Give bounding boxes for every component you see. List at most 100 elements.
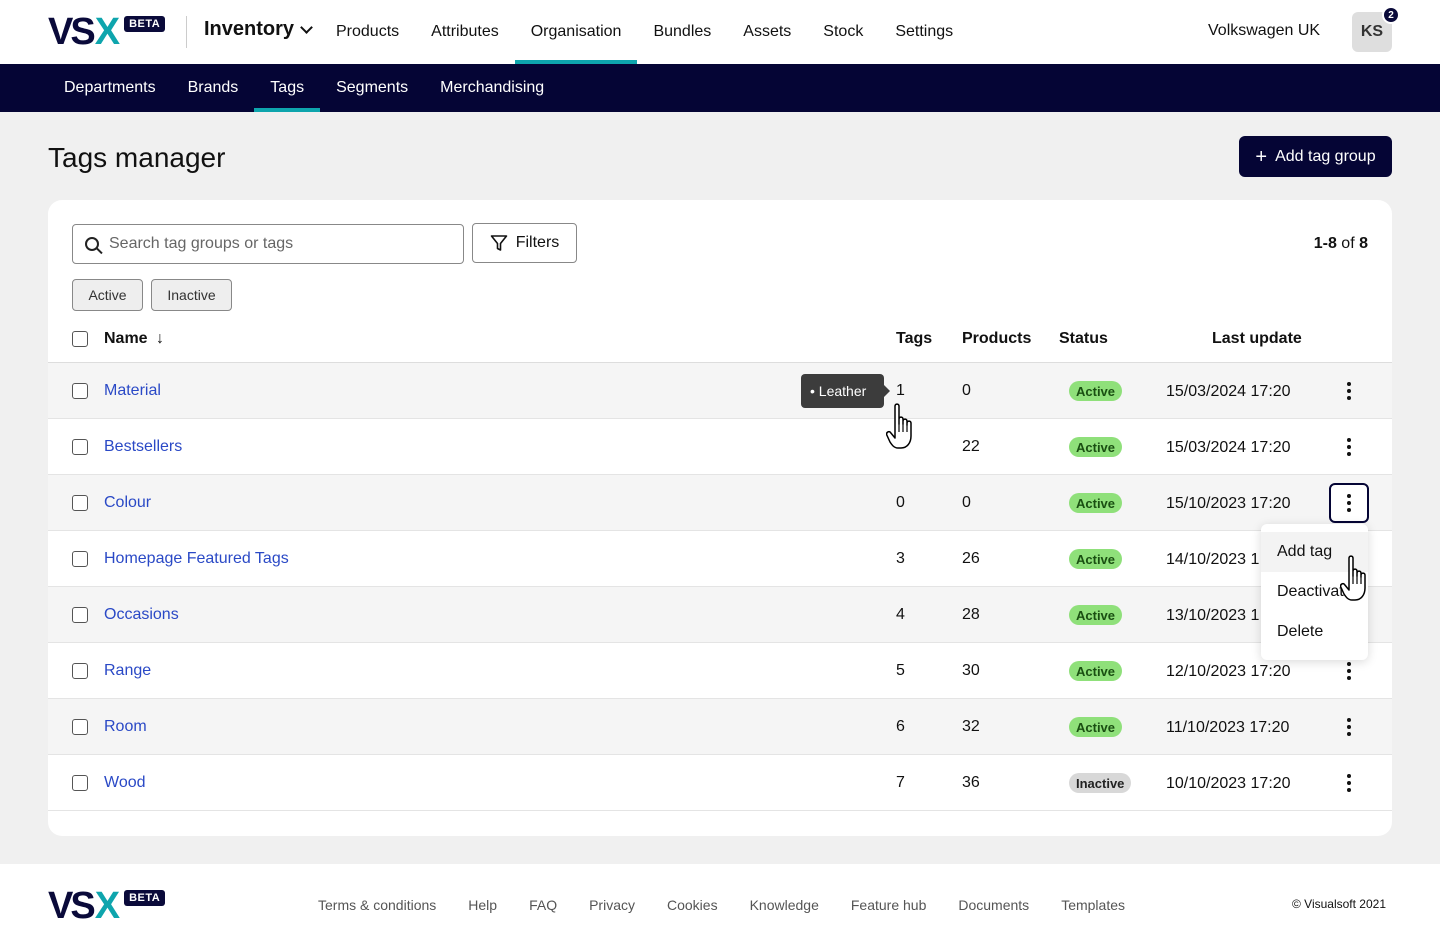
add-tag-group-button[interactable]: + Add tag group	[1239, 136, 1392, 177]
column-tags[interactable]: Tags	[896, 330, 932, 348]
tag-group-name-link[interactable]: Room	[104, 718, 147, 736]
product-count: 30	[962, 662, 980, 679]
footer-link-help[interactable]: Help	[452, 897, 513, 913]
search-box[interactable]	[72, 224, 464, 264]
tag-group-name-link[interactable]: Range	[104, 662, 151, 680]
subnav-segments[interactable]: Segments	[320, 64, 424, 112]
product-count: 28	[962, 606, 980, 623]
last-update: 15/03/2024 17:20	[1166, 383, 1291, 400]
status-badge: Active	[1069, 549, 1123, 569]
chip-active-filter[interactable]: Active	[72, 279, 143, 311]
column-last-update[interactable]: Last update	[1212, 330, 1302, 348]
tag-count[interactable]: 6	[896, 718, 905, 736]
row-checkbox[interactable]	[72, 775, 88, 791]
table-row: Bestsellers 22 Active 15/03/2024 17:20	[48, 419, 1392, 475]
add-tag-group-label: Add tag group	[1275, 147, 1376, 165]
tag-count[interactable]: 4	[896, 606, 905, 624]
nav-attributes[interactable]: Attributes	[415, 0, 515, 64]
subnav-brands[interactable]: Brands	[172, 64, 255, 112]
row-actions-menu-button[interactable]	[1329, 427, 1369, 467]
vsx-logo[interactable]: VS X BETA	[48, 11, 166, 53]
subnav-departments[interactable]: Departments	[48, 64, 172, 112]
filters-button[interactable]: Filters	[472, 223, 577, 263]
nav-settings[interactable]: Settings	[879, 0, 969, 64]
row-checkbox[interactable]	[72, 663, 88, 679]
table-row: Occasions 4 28 Active 13/10/2023 1	[48, 587, 1392, 643]
row-checkbox[interactable]	[72, 551, 88, 567]
sort-arrow-down-icon: ↓	[156, 330, 165, 347]
menu-item-delete[interactable]: Delete	[1261, 612, 1368, 652]
footer-link-documents[interactable]: Documents	[942, 897, 1045, 913]
column-name[interactable]: Name ↓	[104, 330, 164, 348]
column-status[interactable]: Status	[1059, 330, 1108, 348]
last-update: 14/10/2023 1	[1166, 551, 1260, 568]
table-header: Name ↓ Tags Products Status Last update	[48, 316, 1392, 363]
nav-assets[interactable]: Assets	[727, 0, 807, 64]
table-row: Wood 7 36 Inactive 10/10/2023 17:20	[48, 755, 1392, 811]
product-count: 32	[962, 718, 980, 735]
chip-inactive-filter[interactable]: Inactive	[151, 279, 232, 311]
main-nav: Products Attributes Organisation Bundles…	[320, 0, 969, 64]
hand-cursor-icon	[1340, 555, 1366, 601]
footer-link-knowledge[interactable]: Knowledge	[734, 897, 835, 913]
subnav-tags[interactable]: Tags	[254, 64, 320, 112]
last-update: 11/10/2023 17:20	[1166, 719, 1290, 736]
tag-count[interactable]: 7	[896, 774, 905, 792]
footer-link-cookies[interactable]: Cookies	[651, 897, 734, 913]
row-checkbox[interactable]	[72, 495, 88, 511]
subnav-merchandising[interactable]: Merchandising	[424, 64, 560, 112]
nav-products[interactable]: Products	[320, 0, 415, 64]
last-update: 15/10/2023 17:20	[1166, 495, 1291, 512]
tag-group-name-link[interactable]: Colour	[104, 494, 151, 512]
plus-icon: +	[1255, 145, 1268, 168]
footer-link-feature-hub[interactable]: Feature hub	[835, 897, 943, 913]
tag-group-name-link[interactable]: Material	[104, 382, 161, 400]
footer-link-faq[interactable]: FAQ	[513, 897, 573, 913]
organisation-switcher[interactable]: Volkswagen UK	[1208, 22, 1320, 40]
avatar[interactable]: KS 2	[1352, 6, 1400, 52]
nav-stock[interactable]: Stock	[807, 0, 879, 64]
footer-vsx-logo: VS X BETA	[48, 887, 166, 925]
filters-label: Filters	[515, 234, 560, 251]
tag-group-name-link[interactable]: Bestsellers	[104, 438, 182, 456]
footer-link-privacy[interactable]: Privacy	[573, 897, 651, 913]
logo-x: X	[94, 11, 121, 53]
row-actions-menu-button-open[interactable]	[1329, 483, 1369, 523]
column-products[interactable]: Products	[962, 330, 1031, 348]
row-checkbox[interactable]	[72, 719, 88, 735]
table-row: Range 5 30 Active 12/10/2023 17:20	[48, 643, 1392, 699]
nav-bundles[interactable]: Bundles	[637, 0, 727, 64]
column-name-label: Name	[104, 330, 148, 347]
select-all-checkbox[interactable]	[72, 331, 88, 347]
tag-count[interactable]: 0	[896, 494, 905, 512]
row-checkbox[interactable]	[72, 383, 88, 399]
tag-count[interactable]: 1	[896, 382, 905, 400]
page-title: Tags manager	[48, 142, 226, 173]
row-checkbox[interactable]	[72, 439, 88, 455]
tag-group-name-link[interactable]: Homepage Featured Tags	[104, 550, 289, 568]
tags-tooltip: • Leather	[801, 374, 890, 408]
nav-organisation[interactable]: Organisation	[514, 0, 638, 64]
row-actions-menu-button[interactable]	[1329, 763, 1369, 803]
search-icon	[85, 237, 99, 251]
chevron-down-icon	[300, 21, 313, 34]
logo-text: VS	[48, 11, 96, 53]
app-switcher[interactable]: Inventory	[204, 18, 313, 41]
status-badge: Active	[1069, 437, 1123, 457]
tag-group-name-link[interactable]: Wood	[104, 774, 146, 792]
row-actions-menu-button[interactable]	[1329, 707, 1369, 747]
product-count: 0	[962, 494, 971, 511]
footer-link-templates[interactable]: Templates	[1045, 897, 1141, 913]
row-actions-menu-button[interactable]	[1329, 371, 1369, 411]
product-count: 22	[962, 438, 980, 455]
search-input[interactable]	[109, 235, 429, 253]
status-badge: Active	[1069, 661, 1123, 681]
status-badge: Active	[1069, 605, 1123, 625]
tag-count[interactable]: 3	[896, 550, 905, 568]
tag-count[interactable]: 5	[896, 662, 905, 680]
row-checkbox[interactable]	[72, 607, 88, 623]
tag-group-name-link[interactable]: Occasions	[104, 606, 179, 624]
tags-card: Filters 1-8 of 8 Active Inactive Name ↓ …	[48, 200, 1392, 836]
table-row: Room 6 32 Active 11/10/2023 17:20	[48, 699, 1392, 755]
footer-link-terms[interactable]: Terms & conditions	[302, 897, 452, 913]
